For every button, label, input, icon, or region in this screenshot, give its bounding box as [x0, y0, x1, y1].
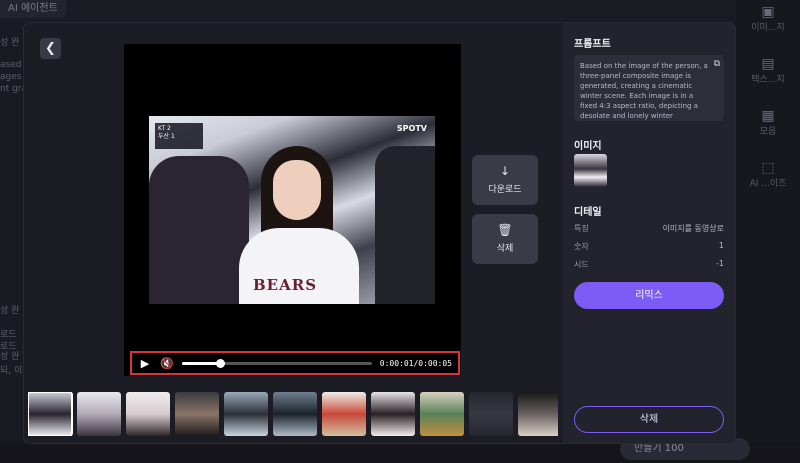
- mute-icon[interactable]: 🔇: [160, 357, 174, 370]
- video-thumbnail[interactable]: [420, 392, 464, 436]
- video-thumbnail[interactable]: [469, 392, 513, 436]
- download-icon: ↓: [499, 164, 511, 178]
- scoreboard-row: 두산 1: [158, 133, 175, 140]
- background-toolbar-label: 모음: [759, 127, 777, 137]
- crop-icon: ⬚: [761, 160, 775, 176]
- scoreboard-row: KT 2: [158, 125, 171, 132]
- background-left-text: 로드: [0, 330, 17, 340]
- detail-label: 특징: [574, 224, 589, 233]
- background-left-text: 성 완: [0, 38, 20, 48]
- progress-bar[interactable]: [182, 358, 372, 368]
- copy-icon[interactable]: ⧉: [714, 59, 720, 69]
- person-face-shape: [273, 160, 321, 220]
- background-left-text: 되, 이: [0, 366, 23, 376]
- source-image-thumbnail[interactable]: [574, 154, 607, 187]
- image-title: 이미지: [574, 141, 602, 152]
- video-player[interactable]: BEARS KT 2 두산 1 SPOTV: [124, 44, 461, 376]
- progress-fill: [182, 361, 220, 365]
- ai-agent-pill[interactable]: AI 에이전트: [0, 0, 66, 18]
- image-icon: ▣: [761, 4, 775, 20]
- detail-row: 특징 이미지를 동영상로: [574, 223, 724, 234]
- prompt-box: Based on the image of the person, a thre…: [574, 55, 724, 121]
- background-left-text: 성 완: [0, 306, 20, 316]
- video-controls: ▶ 🔇 0:00:01/0:00:05: [130, 351, 460, 375]
- video-thumbnail[interactable]: [77, 392, 121, 436]
- detail-value: 1: [718, 241, 724, 250]
- download-label: 다운로드: [488, 185, 522, 195]
- video-frame: BEARS KT 2 두산 1 SPOTV: [149, 116, 435, 304]
- jersey-text: BEARS: [253, 276, 318, 294]
- detail-title: 디테일: [574, 207, 602, 218]
- play-icon[interactable]: ▶: [138, 357, 152, 370]
- chevron-left-icon: ❮: [45, 41, 56, 56]
- detail-value: 이미지를 동영상로: [662, 224, 724, 233]
- background-toolbar-label: 텍스...지: [751, 75, 785, 85]
- delete-button[interactable]: 삭제: [574, 406, 724, 433]
- crowd-left-shape: [149, 156, 249, 304]
- detail-row: 숫자 1: [574, 241, 724, 252]
- crowd-right-shape: [375, 146, 435, 304]
- detail-label: 숫자: [574, 242, 589, 251]
- background-toolbar-item[interactable]: ⬚ AI ...이즈: [746, 160, 790, 189]
- progress-knob[interactable]: [215, 358, 225, 368]
- video-thumbnail[interactable]: [322, 392, 366, 436]
- video-thumbnail[interactable]: [28, 392, 73, 436]
- video-thumbnail[interactable]: [175, 392, 219, 436]
- prompt-text: Based on the image of the person, a thre…: [580, 62, 708, 120]
- time-display: 0:00:01/0:00:05: [379, 358, 452, 368]
- details-panel: 프롬프트 Based on the image of the person, a…: [562, 23, 735, 443]
- scoreboard: KT 2 두산 1: [155, 123, 203, 149]
- video-thumbnail[interactable]: [273, 392, 317, 436]
- delete-media-button[interactable]: 🗑 삭제: [472, 214, 538, 264]
- detail-value: -1: [716, 259, 724, 268]
- delete-label: 삭제: [496, 244, 514, 254]
- video-thumbnail[interactable]: [224, 392, 268, 436]
- back-button[interactable]: ❮: [40, 38, 61, 59]
- broadcaster-logo: SPOTV: [396, 124, 427, 133]
- background-top-bar: [0, 0, 800, 22]
- background-left-text: ages: [0, 72, 22, 82]
- text-icon: ▤: [761, 56, 775, 72]
- download-button[interactable]: ↓ 다운로드: [472, 155, 538, 205]
- thumbnail-strip: [28, 392, 558, 436]
- media-viewer-modal: ❮ BEARS KT 2 두산 1 SPOTV ▶ 🔇 0:00:01/0:00…: [24, 23, 735, 443]
- grid-icon: ▦: [761, 108, 775, 124]
- video-thumbnail[interactable]: [126, 392, 170, 436]
- background-toolbar-item[interactable]: ▣ 이미...지: [746, 4, 790, 33]
- detail-label: 시드: [574, 260, 589, 269]
- background-toolbar-label: AI ...이즈: [749, 179, 787, 189]
- background-toolbar-label: 이미...지: [751, 23, 785, 33]
- video-thumbnail[interactable]: [518, 392, 558, 436]
- prompt-title: 프롬프트: [574, 39, 611, 50]
- detail-row: 시드 -1: [574, 259, 724, 270]
- remix-button[interactable]: 리믹스: [574, 282, 724, 309]
- background-left-text: 성 완: [0, 352, 20, 362]
- background-left-text: nt gra: [0, 84, 28, 94]
- background-toolbar-item[interactable]: ▦ 모음: [746, 108, 790, 137]
- video-thumbnail[interactable]: [371, 392, 415, 436]
- background-toolbar-item[interactable]: ▤ 텍스...지: [746, 56, 790, 85]
- trash-icon: 🗑: [497, 223, 513, 237]
- background-left-text: 로드: [0, 342, 17, 352]
